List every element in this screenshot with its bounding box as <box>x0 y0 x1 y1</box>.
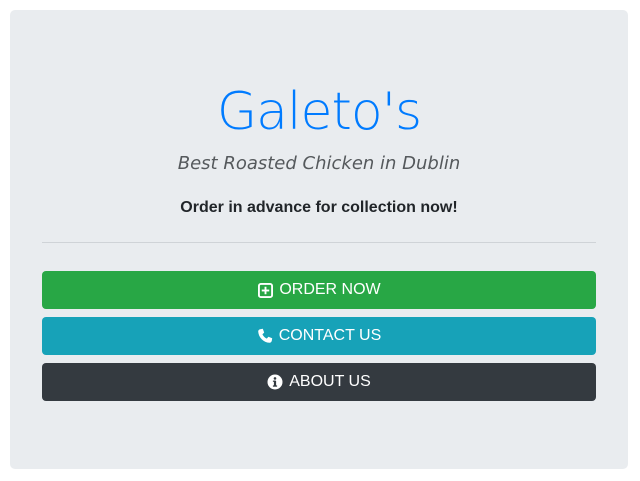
order-now-label: ORDER NOW <box>279 281 381 298</box>
phone-icon <box>257 328 273 344</box>
info-circle-icon <box>267 374 283 390</box>
tagline: Best Roasted Chicken in Dublin <box>177 153 461 174</box>
order-now-button[interactable]: ORDER NOW <box>42 271 596 309</box>
divider <box>42 242 596 243</box>
page-title: Galeto's <box>216 82 422 142</box>
hero-panel: Galeto's Best Roasted Chicken in Dublin … <box>10 10 628 469</box>
about-us-label: ABOUT US <box>289 373 371 390</box>
contact-us-label: CONTACT US <box>278 327 382 344</box>
lead-text: Order in advance for collection now! <box>180 199 458 216</box>
plus-square-icon <box>257 282 273 298</box>
contact-us-button[interactable]: CONTACT US <box>42 317 596 355</box>
about-us-button[interactable]: ABOUT US <box>42 363 596 401</box>
